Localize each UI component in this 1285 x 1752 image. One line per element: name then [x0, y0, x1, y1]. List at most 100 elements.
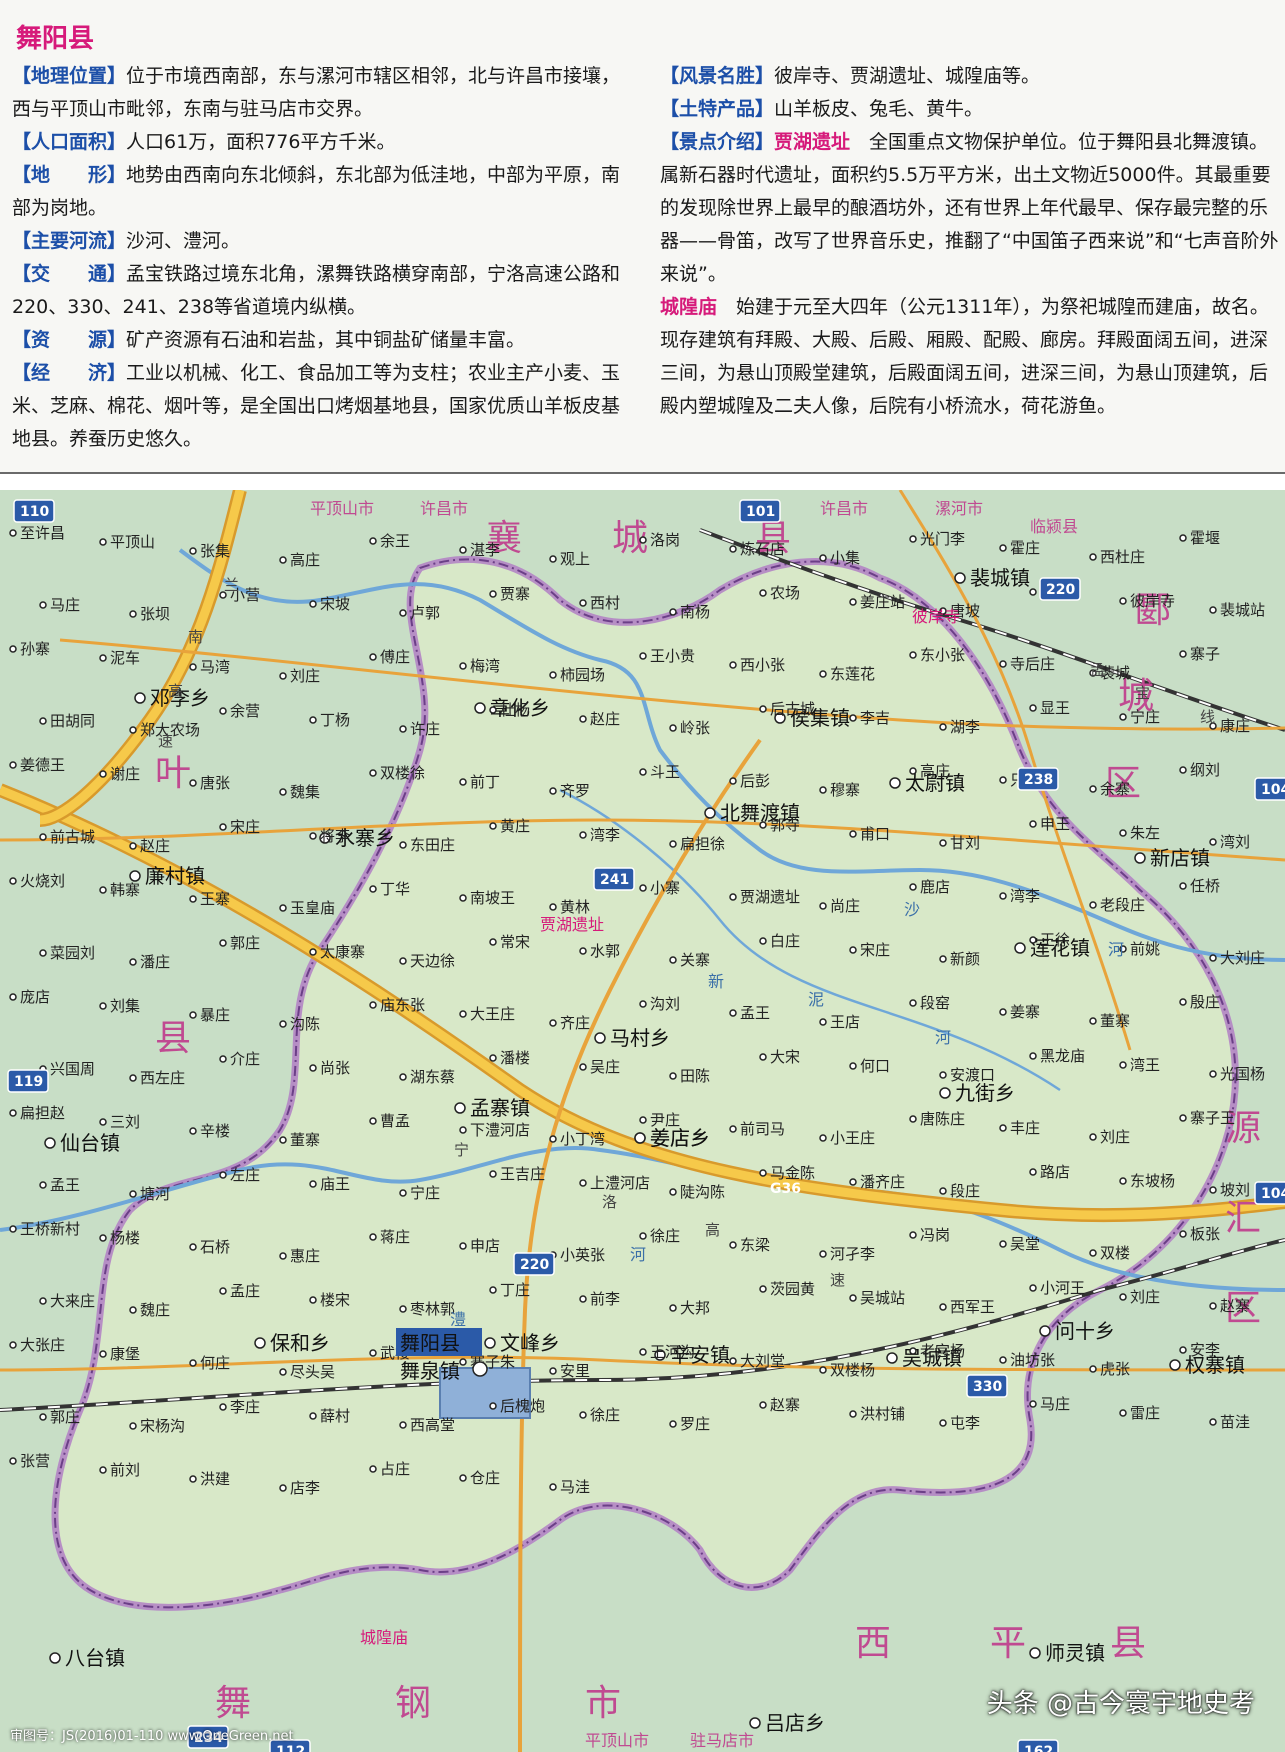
village-label: 东莲花: [830, 665, 875, 683]
village-label: 平顶山: [110, 533, 155, 551]
village-label: 三刘: [110, 1113, 140, 1131]
village-marker: [909, 1347, 917, 1355]
village-marker: [39, 717, 47, 725]
town-marker: [634, 1132, 646, 1144]
village-label: 纲刘: [1190, 761, 1220, 779]
village-label: 罗庄: [680, 1415, 710, 1433]
village-label: 孟庄: [230, 1282, 260, 1300]
village-marker: [1179, 1346, 1187, 1354]
village-label: 潘楼: [500, 1049, 530, 1067]
village-marker: [549, 1019, 557, 1027]
region-char: 西: [855, 1623, 891, 1664]
village-marker: [999, 892, 1007, 900]
river-label: 河: [935, 1028, 951, 1047]
village-label: 斗王: [650, 763, 680, 781]
road-label: 孟: [1090, 661, 1105, 679]
village-marker: [219, 1171, 227, 1179]
village-marker: [999, 776, 1007, 784]
village-label: 安里: [560, 1362, 590, 1380]
village-label: 田陈: [680, 1067, 710, 1085]
village-marker: [669, 1072, 677, 1080]
village-marker: [99, 1118, 107, 1126]
entry-label: 【风景名胜】: [660, 65, 775, 87]
highway-shield-number: 110: [20, 504, 49, 520]
village-marker: [549, 903, 557, 911]
village-label: 岭张: [680, 719, 710, 737]
village-marker: [189, 1011, 197, 1019]
village-marker: [369, 1349, 377, 1357]
village-marker: [639, 1232, 647, 1240]
village-label: 裴城站: [1220, 601, 1265, 619]
village-label: 殷庄: [1190, 993, 1220, 1011]
info-left-entry: 【地理位置】位于市境西南部，东与漯河市辖区相邻，北与许昌市接壤，西与平顶山市毗邻…: [12, 60, 632, 126]
village-label: 霍堰: [1190, 529, 1220, 547]
village-label: 刘庄: [1100, 1128, 1130, 1146]
map-registration-number: 审图号：JS(2016)01-110 www.OneGreen.net: [10, 1729, 294, 1744]
river-label: 泥: [808, 990, 824, 1009]
village-marker: [39, 1413, 47, 1421]
village-marker: [219, 1287, 227, 1295]
village-marker: [309, 1064, 317, 1072]
village-label: 板张: [1190, 1225, 1220, 1243]
village-label: 后古城: [770, 700, 815, 718]
village-label: 陡沟陈: [680, 1183, 725, 1201]
town-label: 吕店乡: [765, 1711, 825, 1735]
village-marker: [909, 1115, 917, 1123]
info-left-column: 【地理位置】位于市境西南部，东与漯河市辖区相邻，北与许昌市接壤，西与平顶山市毗邻…: [12, 60, 632, 456]
village-label: 湾刘: [1220, 833, 1250, 851]
village-label: 姜寨: [1010, 1003, 1040, 1021]
village-marker: [369, 1117, 377, 1125]
village-marker: [729, 661, 737, 669]
highway-shield-number: 112: [276, 1744, 305, 1752]
road-label: 洛: [602, 1193, 617, 1211]
village-marker: [579, 599, 587, 607]
village-marker: [309, 1412, 317, 1420]
village-marker: [39, 833, 47, 841]
village-marker: [9, 1457, 17, 1465]
village-marker: [819, 786, 827, 794]
village-marker: [399, 1073, 407, 1081]
village-label: 暴庄: [200, 1006, 230, 1024]
village-label: 湖李: [950, 718, 980, 736]
town-label: 仙台镇: [60, 1131, 120, 1155]
neighbor-label: 许昌市: [820, 499, 868, 518]
town-marker: [454, 1102, 466, 1114]
county-map[interactable]: 襄城县郾城区叶县源汇区西平县舞钢市平顶山市 许昌市 许昌市 漯河市 临颍县 平顶山市 驻马店…: [0, 490, 1285, 1752]
county-seat-marker: [472, 1361, 488, 1377]
village-label: 张集: [200, 542, 230, 560]
village-label: 洪村铺: [860, 1405, 905, 1423]
village-marker: [999, 660, 1007, 668]
village-label: 油坊张: [1010, 1351, 1055, 1369]
village-marker: [639, 768, 647, 776]
village-label: 齐庄: [560, 1014, 590, 1032]
village-label: 南坡王: [470, 889, 515, 907]
village-marker: [189, 663, 197, 671]
village-label: 魏庄: [140, 1301, 170, 1319]
village-marker: [39, 949, 47, 957]
village-label: 雷庄: [1130, 1404, 1160, 1422]
village-label: 姜庄站: [860, 593, 905, 611]
village-label: 大来庄: [50, 1292, 95, 1310]
road-label: 线: [1200, 708, 1215, 726]
region-char: 市: [585, 1683, 621, 1724]
village-label: 丁杨: [320, 711, 350, 729]
village-marker: [129, 726, 137, 734]
village-label: 潘庄: [140, 953, 170, 971]
village-label: 大刘堂: [740, 1352, 785, 1370]
village-marker: [189, 1127, 197, 1135]
village-label: 大邦: [680, 1299, 710, 1317]
village-marker: [549, 1367, 557, 1375]
village-label: 观上: [560, 550, 590, 568]
village-marker: [579, 1063, 587, 1071]
village-marker: [819, 902, 827, 910]
village-marker: [849, 598, 857, 606]
village-label: 塘河: [140, 1185, 170, 1203]
village-marker: [219, 939, 227, 947]
village-label: 王寨: [200, 890, 230, 908]
village-marker: [489, 1054, 497, 1062]
village-marker: [759, 1285, 767, 1293]
village-label: 显王: [1040, 699, 1070, 717]
village-label: 介庄: [230, 1050, 260, 1068]
village-label: 韩寨: [110, 881, 140, 899]
village-marker: [9, 1341, 17, 1349]
